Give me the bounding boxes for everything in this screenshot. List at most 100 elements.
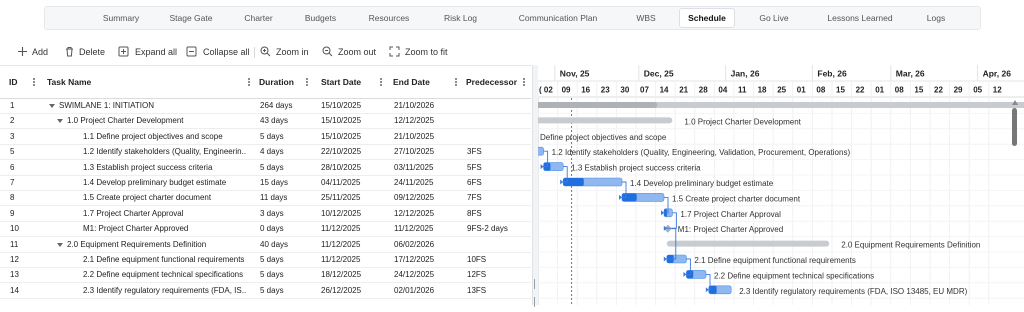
table-row[interactable]: 2 1.0 Project Charter Development 43 days 1…: [0, 113, 531, 130]
column-menu-icon[interactable]: [380, 78, 382, 86]
week-label: 25: [777, 86, 786, 95]
tab-logs[interactable]: Logs: [922, 7, 950, 29]
col-header-id[interactable]: ID: [9, 66, 18, 98]
zoom-out-button[interactable]: Zoom out: [322, 44, 378, 60]
cell-end-date: 06/02/2026: [394, 239, 435, 249]
column-menu-icon[interactable]: [455, 78, 457, 86]
tab-budgets[interactable]: Budgets: [298, 7, 343, 29]
cell-id: 3: [10, 131, 15, 141]
col-header-duration[interactable]: Duration: [259, 66, 294, 98]
cell-task-name: 2.2 Define equipment technical specifica…: [83, 270, 244, 280]
tab-charter[interactable]: Charter: [236, 7, 281, 29]
tab-summary[interactable]: Summary: [97, 7, 145, 29]
cell-start-date: 11/12/2025: [321, 239, 361, 249]
bar-label: 1.5 Create project charter document: [672, 194, 801, 203]
dependency-arrow-icon: [619, 194, 622, 200]
expand-all-button[interactable]: Expand all: [118, 44, 177, 60]
cell-start-date: 04/11/2025: [321, 178, 361, 187]
cell-predecessor: 8FS: [467, 208, 482, 218]
cell-end-date: 27/10/2025: [394, 147, 435, 157]
cell-duration: 5 days: [260, 162, 284, 172]
summary-bar[interactable]: [666, 240, 830, 247]
table-row[interactable]: 10 M1: Project Charter Approved 0 days 11/1…: [0, 221, 531, 238]
week-label: 22: [934, 86, 943, 95]
table-row[interactable]: 13 2.2 Define equipment technical specifi…: [0, 267, 531, 284]
splitter-grip-icon[interactable]: [534, 276, 537, 307]
tab-risk-log[interactable]: Risk Log: [438, 7, 483, 29]
cell-duration: 264 days: [260, 101, 293, 110]
table-row[interactable]: 6 1.3 Establish project success criteria 5…: [0, 160, 531, 176]
scrollbar-thumb[interactable]: [1012, 108, 1017, 146]
collapse-all-button[interactable]: Collapse all: [186, 44, 250, 60]
tab-schedule[interactable]: Schedule: [679, 8, 735, 28]
cell-task-name: 1.1 Define project objectives and scope: [83, 131, 223, 141]
task-bar[interactable]: [538, 146, 544, 156]
cell-id: 13: [10, 270, 19, 280]
chevron-down-icon[interactable]: [57, 242, 63, 247]
cell-end-date: 12/12/2025: [394, 116, 435, 126]
table-row[interactable]: 5 1.2 Identify stakeholders (Quality, Eng…: [0, 144, 531, 161]
plus-icon: [18, 47, 27, 56]
grid-header: ID Task Name Duration Start Date End Dat…: [0, 65, 531, 99]
table-row[interactable]: 3 1.1 Define project objectives and scope…: [0, 129, 531, 145]
scroll-up-icon[interactable]: [1012, 100, 1018, 105]
table-row[interactable]: 14 2.3 Identify regulatory requirements (…: [0, 283, 531, 299]
vertical-scrollbar[interactable]: [1012, 100, 1018, 305]
col-header-predecessor[interactable]: Predecessor: [466, 66, 517, 98]
tab-communication-plan[interactable]: Communication Plan: [505, 7, 611, 29]
column-menu-icon[interactable]: [306, 78, 308, 86]
dependency-arrow-icon: [540, 164, 544, 170]
cell-duration: 5 days: [260, 285, 284, 295]
month-label: Nov, 25: [560, 69, 590, 79]
week-label: 12: [993, 86, 1002, 95]
tab-wbs[interactable]: WBS: [630, 7, 662, 29]
chevron-down-icon[interactable]: [49, 104, 55, 108]
task-grid: ID Task Name Duration Start Date End Dat…: [0, 65, 531, 305]
bar-label: Define project objectives and scope: [540, 133, 667, 142]
week-label: 11: [738, 86, 747, 95]
cell-id: 7: [10, 178, 15, 187]
week-label: 28: [699, 86, 708, 95]
cell-duration: 0 days: [260, 224, 284, 234]
tab-resources[interactable]: Resources: [359, 7, 419, 29]
week-label: 08: [895, 86, 904, 95]
dependency-arrow-icon: [705, 287, 709, 293]
chevron-down-icon[interactable]: [57, 119, 63, 124]
cell-end-date: 24/11/2025: [394, 178, 434, 187]
delete-button[interactable]: Delete: [64, 44, 108, 60]
bar-label: 1.7 Project Charter Approval: [680, 210, 781, 219]
cell-end-date: 12/12/2025: [394, 208, 435, 218]
tab-go-live[interactable]: Go Live: [748, 7, 800, 29]
table-row[interactable]: 9 1.7 Project Charter Approval 3 days 10/12…: [0, 206, 531, 222]
cell-start-date: 26/12/2025: [321, 285, 362, 295]
cell-start-date: 10/12/2025: [321, 208, 362, 218]
table-row[interactable]: 12 2.1 Define equipment functional requir…: [0, 252, 531, 268]
zoom-to-fit-button[interactable]: Zoom to fit: [389, 44, 451, 60]
cell-predecessor: 3FS: [467, 147, 482, 157]
cell-start-date: 11/12/2025: [321, 255, 361, 264]
col-header-task[interactable]: Task Name: [47, 66, 91, 98]
tab-stage-gate[interactable]: Stage Gate: [155, 7, 227, 29]
table-row[interactable]: 7 1.4 Develop preliminary budget estimate…: [0, 175, 531, 191]
table-row[interactable]: 1 SWIMLANE 1: INITIATION 264 days 15/10/202…: [0, 98, 531, 114]
col-header-start[interactable]: Start Date: [321, 66, 361, 98]
cell-end-date: 03/11/2025: [394, 162, 434, 172]
dependency-arrow-icon: [663, 256, 667, 262]
column-menu-icon[interactable]: [248, 78, 250, 86]
gantt-chart[interactable]: Nov, 25 Dec, 25 Jan, 26 Feb, 26 Mar, 26 Apr, …: [538, 65, 1024, 305]
summary-bar[interactable]: [538, 117, 673, 124]
column-menu-icon[interactable]: [523, 78, 525, 86]
tab-lessons-learned[interactable]: Lessons Learned: [822, 7, 898, 29]
col-header-end[interactable]: End Date: [393, 66, 430, 98]
week-label: 08: [816, 86, 825, 95]
cell-task-name: 1.5 Create project charter document: [83, 193, 212, 203]
column-menu-icon[interactable]: [33, 78, 35, 86]
table-row[interactable]: 11 2.0 Equipment Requirements Definition 4…: [0, 237, 531, 253]
zoom-in-button[interactable]: Zoom in: [260, 44, 310, 60]
gantt-canvas[interactable]: Nov, 25 Dec, 25 Jan, 26 Feb, 26 Mar, 26 Apr, …: [538, 65, 1024, 305]
week-label: 14: [660, 86, 669, 95]
toolbar-divider: [254, 47, 255, 58]
table-row[interactable]: 8 1.5 Create project charter document 11 d…: [0, 190, 531, 207]
cell-duration: 11 days: [260, 193, 288, 203]
add-button[interactable]: Add: [17, 44, 51, 60]
